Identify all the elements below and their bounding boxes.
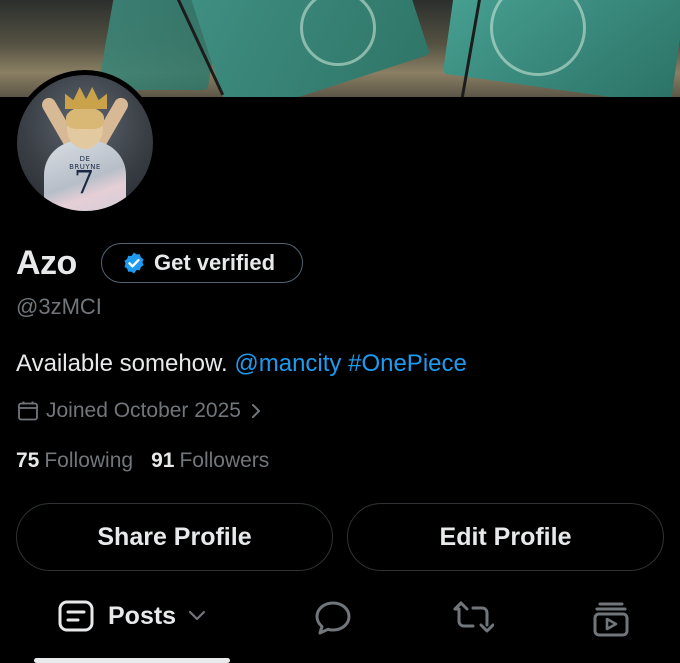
- get-verified-button[interactable]: Get verified: [101, 243, 303, 283]
- bio-text: Available somehow.: [16, 350, 228, 377]
- avatar-figure-hair: [66, 107, 104, 129]
- tab-posts[interactable]: Posts: [58, 600, 206, 632]
- active-tab-indicator: [34, 658, 230, 663]
- crown-icon: [65, 87, 107, 109]
- chevron-right-icon: [251, 404, 260, 418]
- tab-media[interactable]: [592, 600, 630, 638]
- followers-label: Followers: [179, 449, 270, 472]
- joined-label: Joined October 2025: [46, 399, 241, 422]
- share-profile-button[interactable]: Share Profile: [16, 503, 333, 571]
- tab-replies[interactable]: [314, 600, 352, 636]
- avatar-shirt-number: 7: [73, 163, 95, 201]
- repost-icon: [453, 601, 494, 633]
- posts-icon: [58, 600, 94, 632]
- follow-stats: 75 Following 91 Followers: [16, 449, 269, 473]
- get-verified-label: Get verified: [154, 250, 276, 275]
- following-label: Following: [44, 449, 134, 472]
- calendar-icon: [18, 401, 38, 421]
- chevron-down-icon[interactable]: [188, 610, 206, 622]
- followers-link[interactable]: 91 Followers: [151, 449, 269, 473]
- bio: Available somehow. @mancity #OnePiece: [16, 350, 467, 378]
- following-count: 75: [16, 449, 40, 472]
- avatar[interactable]: DE BRUYNE 7: [12, 70, 158, 216]
- following-link[interactable]: 75 Following: [16, 449, 133, 473]
- tab-posts-label: Posts: [108, 601, 177, 630]
- bio-hashtag-link[interactable]: #OnePiece: [348, 350, 467, 377]
- verified-badge-icon: [124, 252, 144, 274]
- followers-count: 91: [151, 449, 175, 472]
- username-handle: @3zMCI: [16, 294, 102, 319]
- tab-reposts[interactable]: [452, 600, 494, 634]
- edit-profile-button[interactable]: Edit Profile: [347, 503, 664, 571]
- avatar-image: DE BRUYNE 7: [17, 75, 153, 211]
- display-name: Azo: [16, 244, 77, 282]
- replies-icon: [315, 601, 351, 635]
- bio-mention-link[interactable]: @mancity: [234, 350, 341, 377]
- joined-date[interactable]: Joined October 2025: [16, 399, 263, 423]
- media-icon: [593, 602, 629, 637]
